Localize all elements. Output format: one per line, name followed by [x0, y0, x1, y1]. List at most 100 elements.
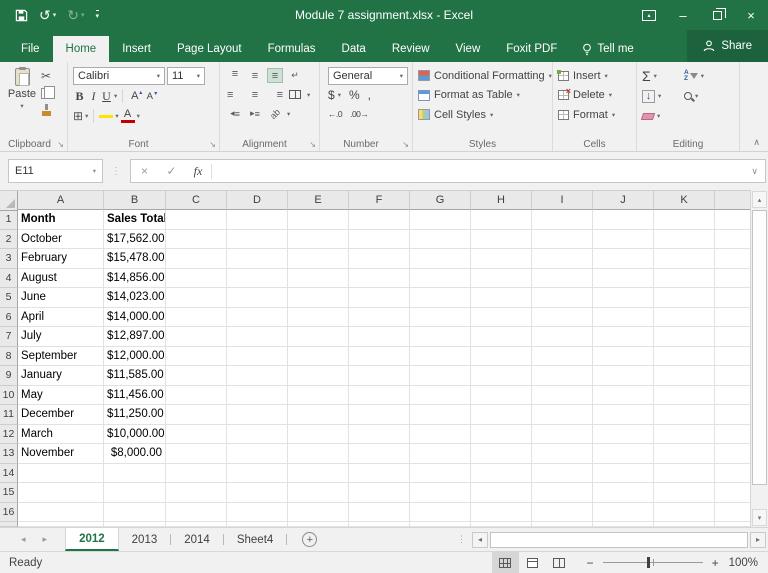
row-header-14[interactable]: 14	[0, 463, 18, 483]
font-color-button[interactable]: A	[120, 109, 135, 123]
cell-partial-13[interactable]	[715, 444, 750, 464]
zoom-percentage[interactable]: 100%	[729, 557, 758, 569]
ribbon-tab-page-layout[interactable]: Page Layout	[164, 36, 255, 62]
cell-H9[interactable]	[471, 366, 532, 386]
cell-C16[interactable]	[166, 502, 227, 522]
cell-C11[interactable]	[166, 405, 227, 425]
cell-F1[interactable]	[349, 210, 410, 230]
cell-G13[interactable]	[410, 444, 471, 464]
row-header-15[interactable]: 15	[0, 483, 18, 503]
cut-button[interactable]: ✂	[41, 69, 55, 83]
cell-C9[interactable]	[166, 366, 227, 386]
name-box[interactable]: E11 ▾	[8, 159, 103, 183]
cell-C15[interactable]	[166, 483, 227, 503]
sheet-tab-2014[interactable]: 2014	[171, 528, 223, 551]
ribbon-tab-formulas[interactable]: Formulas	[255, 36, 329, 62]
increase-decimal-button[interactable]: ←.0	[328, 109, 343, 119]
cell-J10[interactable]	[593, 385, 654, 405]
new-sheet-button[interactable]: +	[302, 532, 318, 547]
font-color-caret-icon[interactable]: ▾	[137, 112, 140, 120]
cell-I8[interactable]	[532, 346, 593, 366]
cell-partial-9[interactable]	[715, 366, 750, 386]
column-header-J[interactable]: J	[593, 191, 654, 210]
formula-input[interactable]	[212, 160, 744, 182]
row-header-9[interactable]: 9	[0, 366, 18, 386]
cell-H7[interactable]	[471, 327, 532, 347]
select-all-button[interactable]	[0, 191, 18, 211]
horizontal-scrollbar[interactable]: ◂ ▸	[472, 531, 766, 548]
cell-I4[interactable]	[532, 268, 593, 288]
cell-H6[interactable]	[471, 307, 532, 327]
cell-J12[interactable]	[593, 424, 654, 444]
cell-H15[interactable]	[471, 483, 532, 503]
share-button[interactable]: Share	[687, 30, 768, 62]
cell-I12[interactable]	[532, 424, 593, 444]
cell-I5[interactable]	[532, 288, 593, 308]
cell-G1[interactable]	[410, 210, 471, 230]
column-header-E[interactable]: E	[288, 191, 349, 210]
cell-C12[interactable]	[166, 424, 227, 444]
cell-F5[interactable]	[349, 288, 410, 308]
wrap-text-button[interactable]: ↵	[287, 68, 303, 83]
cell-A12[interactable]: March	[18, 424, 104, 444]
sheet-nav-left-icon[interactable]: ◂	[21, 534, 26, 545]
comma-style-button[interactable]: ,	[368, 88, 371, 102]
cell-I10[interactable]	[532, 385, 593, 405]
cell-F11[interactable]	[349, 405, 410, 425]
orientation-caret-icon[interactable]: ▾	[287, 110, 290, 118]
paste-button[interactable]: Paste ▾	[7, 66, 37, 117]
cell-J5[interactable]	[593, 288, 654, 308]
cell-G5[interactable]	[410, 288, 471, 308]
cell-F16[interactable]	[349, 502, 410, 522]
cell-G11[interactable]	[410, 405, 471, 425]
ribbon-tab-view[interactable]: View	[443, 36, 494, 62]
middle-align-button[interactable]: ≡	[247, 68, 263, 83]
cell-D7[interactable]	[227, 327, 288, 347]
cell-partial-12[interactable]	[715, 425, 750, 444]
cell-A8[interactable]: September	[18, 346, 104, 366]
cell-F8[interactable]	[349, 346, 410, 366]
cell-G8[interactable]	[410, 346, 471, 366]
fill-button[interactable]: ↓ ▾	[642, 88, 684, 104]
cell-D11[interactable]	[227, 405, 288, 425]
center-button[interactable]: ≡	[247, 87, 263, 102]
column-header-B[interactable]: B	[104, 191, 166, 210]
tab-tell-me[interactable]: Tell me	[570, 36, 645, 62]
row-header-7[interactable]: 7	[0, 327, 18, 347]
merge-caret-icon[interactable]: ▾	[307, 91, 310, 99]
cell-G3[interactable]	[410, 249, 471, 269]
cell-F13[interactable]	[349, 444, 410, 464]
customize-qat-icon[interactable]: ▾	[95, 10, 100, 20]
cell-E11[interactable]	[288, 405, 349, 425]
copy-button[interactable]: ▾	[41, 85, 55, 100]
cell-A16[interactable]	[18, 502, 104, 522]
ribbon-tab-review[interactable]: Review	[379, 36, 443, 62]
cell-J13[interactable]	[593, 444, 654, 464]
fill-color-button[interactable]	[99, 114, 114, 118]
cell-B4[interactable]: $14,856.00	[104, 268, 166, 288]
cell-D3[interactable]	[227, 249, 288, 269]
cell-A10[interactable]: May	[18, 385, 104, 405]
bottom-align-button[interactable]: ≡	[267, 68, 283, 83]
cell-K11[interactable]	[654, 405, 715, 425]
format-as-table-button[interactable]: Format as Table ▾	[418, 86, 548, 106]
accounting-format-button[interactable]: $ ▾	[328, 88, 341, 102]
row-header-5[interactable]: 5	[0, 288, 18, 308]
row-header-13[interactable]: 13	[0, 444, 18, 464]
cell-H14[interactable]	[471, 463, 532, 483]
cell-partial-15[interactable]	[715, 483, 750, 503]
cell-K9[interactable]	[654, 366, 715, 386]
number-format-combo[interactable]: General ▾	[328, 66, 408, 85]
decrease-decimal-button[interactable]: .00→	[350, 109, 369, 119]
cell-E8[interactable]	[288, 346, 349, 366]
collapse-ribbon-icon[interactable]: ∧	[753, 137, 760, 148]
autosum-button[interactable]: Σ ▾	[642, 68, 684, 84]
cell-F2[interactable]	[349, 229, 410, 249]
row-header-4[interactable]: 4	[0, 268, 18, 288]
zoom-out-button[interactable]: −	[587, 556, 594, 570]
cell-K8[interactable]	[654, 346, 715, 366]
cell-C1[interactable]	[166, 210, 227, 230]
cell-K3[interactable]	[654, 249, 715, 269]
cell-D13[interactable]	[227, 444, 288, 464]
cell-B3[interactable]: $15,478.00	[104, 249, 166, 269]
